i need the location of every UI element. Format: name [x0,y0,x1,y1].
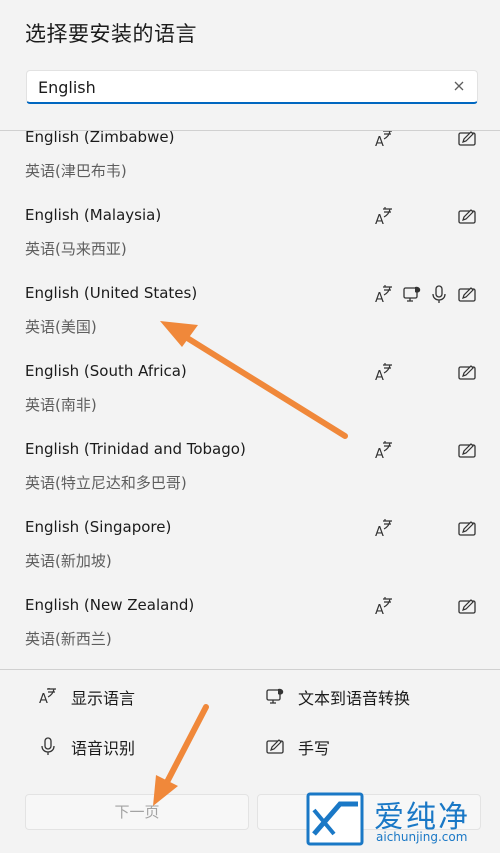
legend-tts-label: 文本到语音转换 [298,689,411,708]
language-name: English (Singapore) [25,518,172,536]
language-name: English (New Zealand) [25,596,195,614]
language-local-name: 英语(新西兰) [25,630,112,648]
language-local-name: 英语(马来西亚) [25,240,127,258]
legend-speech-label: 语音识别 [71,739,136,758]
display-language-icon: A [374,131,394,148]
language-local-name: 英语(美国) [25,318,97,336]
display-language-icon: A [374,206,394,226]
language-name: English (Zimbabwe) [25,131,175,146]
language-list[interactable]: English (Zimbabwe) 英语(津巴布韦) A English (Mala… [0,131,500,669]
next-button[interactable]: 下一页 [25,794,249,830]
language-name: English (United States) [25,284,198,302]
display-language-icon: A [38,686,58,706]
watermark-logo: 爱纯净 aichunjing.com [300,790,500,849]
handwriting-icon [457,596,477,616]
handwriting-icon [457,518,477,538]
text-to-speech-icon [402,284,422,304]
handwriting-icon [457,284,477,304]
handwriting-icon [457,131,477,148]
text-to-speech-icon [265,686,285,706]
svg-text:A: A [375,291,384,304]
language-local-name: 英语(津巴布韦) [25,162,127,180]
dialog-title: 选择要安装的语言 [25,22,197,46]
search-field[interactable]: English [26,70,478,104]
language-name: English (Malaysia) [25,206,162,224]
handwriting-icon [457,206,477,226]
legend-handwriting-label: 手写 [298,739,331,758]
svg-text:A: A [375,603,384,616]
arrow-to-next-button [163,704,209,787]
search-input-value[interactable]: English [38,78,96,97]
clear-icon[interactable] [451,78,467,94]
language-local-name: 英语(南非) [25,396,97,414]
language-list-item[interactable]: English (Singapore) 英语(新加坡) A [0,508,500,586]
display-language-icon: A [374,440,394,460]
display-language-icon: A [374,284,394,304]
handwriting-icon [457,440,477,460]
display-language-icon: A [374,362,394,382]
language-name: English (Trinidad and Tobago) [25,440,246,458]
svg-text:A: A [39,692,48,706]
handwriting-icon [457,362,477,382]
language-list-item[interactable]: English (New Zealand) 英语(新西兰) A [0,586,500,664]
language-list-item[interactable]: English (Trinidad and Tobago) 英语(特立尼达和多巴哥… [0,430,500,508]
legend-divider [0,669,500,670]
handwriting-icon [265,736,285,756]
language-name: English (South Africa) [25,362,187,380]
watermark-url: aichunjing.com [376,830,468,844]
display-language-icon: A [374,596,394,616]
svg-text:A: A [375,525,384,538]
microphone-icon [38,736,58,756]
language-list-item[interactable]: English (South Africa) 英语(南非) A [0,352,500,430]
svg-text:A: A [375,135,384,148]
display-language-icon: A [374,518,394,538]
language-list-item[interactable]: English (Malaysia) 英语(马来西亚) A [0,196,500,274]
microphone-icon [429,284,449,304]
svg-text:A: A [375,213,384,226]
language-local-name: 英语(特立尼达和多巴哥) [25,474,187,492]
language-local-name: 英语(新加坡) [25,552,112,570]
language-list-item[interactable]: English (United States) 英语(美国) A [0,274,500,352]
svg-text:A: A [375,447,384,460]
watermark-emblem [306,792,364,846]
language-list-item[interactable]: English (Zimbabwe) 英语(津巴布韦) A [0,131,500,196]
svg-text:A: A [375,369,384,382]
legend-display-label: 显示语言 [71,689,136,708]
